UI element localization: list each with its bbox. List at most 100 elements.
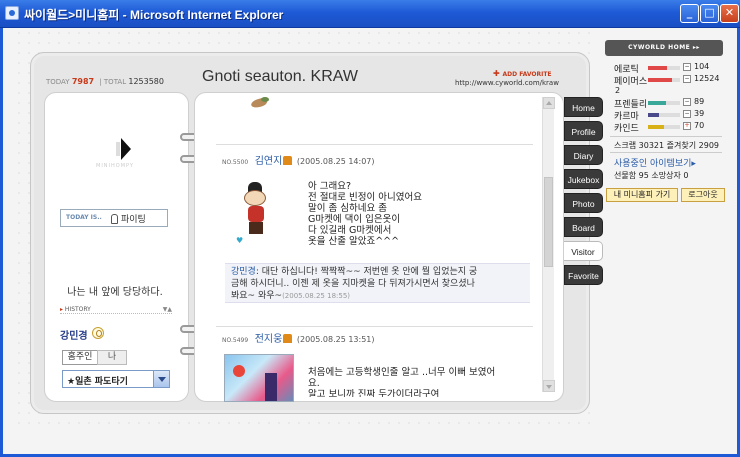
today-mood: 파이팅 [121,215,146,225]
entry-header: NO.5500 김연지 (2005.08.25 14:07) [222,152,375,167]
add-favorite-link[interactable]: ADD FAVORITE [493,69,552,78]
entry-line: 다 있길래 G마켓에서 [308,225,392,236]
stat-friendly: 프렌들리 − 89 [614,97,705,110]
stat-bar [648,66,680,70]
entry-line: 옷을 산줄 알았죠^^^ [308,236,400,247]
tab-visitor[interactable]: Visitor [564,241,603,261]
total-count: 1253580 [128,77,164,86]
total-label: TOTAL [103,78,127,86]
reply-text: : 대단 하십니다! 짝짝짝~~ 저번엔 옷 안에 뭘 입었는지 궁 [255,267,478,277]
stat-adjust[interactable]: − [683,98,691,106]
stat-fill [648,113,660,117]
ilchon-select-value: ★일촌 파도타기 [67,377,128,387]
today-is-label: TODAY IS.. [66,214,102,221]
today-label: TODAY [46,78,70,86]
heart-icon: ♥ [236,236,244,245]
reply-author[interactable]: 강민경 [231,267,256,277]
sidebar-divider [610,152,722,153]
stat-kind: 카인드 + 70 [614,121,705,134]
reply-text: 봐요~ 와우~ [231,291,283,301]
stat-adjust[interactable]: − [683,63,691,71]
today-count: 7987 [71,77,95,86]
stat-adjust[interactable]: + [683,122,691,130]
tab-favorite[interactable]: Favorite [564,265,603,285]
minihompy-home-icon[interactable] [283,334,293,343]
minimi-avatar [238,180,278,238]
minihompy-home-icon[interactable] [283,156,293,165]
items-in-use-link[interactable]: 사용중인 아이템보기▸ [614,156,696,169]
entry-date: (2005.08.25 14:07) [296,157,375,166]
profile-slogan: 나는 내 앞에 당당하다. [67,287,163,298]
history-row[interactable]: HISTORY ▼▲ [60,306,172,314]
entry-separator [216,144,533,145]
tab-owner[interactable]: 홈주인 [62,350,98,365]
stat-fill [648,78,672,82]
chevron-down-icon[interactable] [153,371,169,387]
entry-line: 처음에는 고등학생인줄 알고 ..너무 이뻐 보였어 [308,367,496,378]
ie-icon [5,6,19,20]
gift-box-count[interactable]: 선물함 95 소망상자 0 [614,170,688,181]
stat-bar [648,78,680,82]
stat-fill [648,101,666,105]
scroll-down-arrow[interactable] [543,380,555,392]
tab-home[interactable]: Home [564,97,603,117]
stat-bar [648,125,680,129]
maximize-button[interactable]: □ [700,4,719,23]
stat-fill [648,125,664,129]
minimize-button[interactable]: _ [680,4,699,23]
mood-icon [111,214,118,224]
tab-jukebox[interactable]: Jukebox [564,169,603,189]
sidebar-divider [610,136,722,137]
entry-author[interactable]: 김연지 [255,156,283,167]
site-url[interactable]: http://www.cyworld.com/kraw [455,79,559,87]
owner-reply: 강민경: 대단 하십니다! 짝짝짝~~ 저번엔 옷 안에 뭘 입었는지 궁 금해… [225,263,530,303]
guestbook-scrollbar[interactable] [542,97,555,392]
tab-diary[interactable]: Diary [564,145,603,165]
site-title: Gnoti seauton. KRAW [202,68,358,85]
entry-number: NO.5500 [222,159,249,166]
scroll-up-arrow[interactable] [543,97,555,109]
stat-bar [648,113,680,117]
title-bar: 싸이월드>미니홈피 - Microsoft Internet Explorer … [0,0,740,28]
owner-name[interactable]: 강민경 [60,327,88,342]
scroll-thumb[interactable] [544,177,553,267]
famous-extra: 2 [615,86,621,95]
tab-photo[interactable]: Photo [564,193,603,213]
tab-board[interactable]: Board [564,217,603,237]
scrap-count: 스크랩 30321 즐겨찾기 2909 [614,141,719,150]
entry-author[interactable]: 전지웅 [255,334,283,345]
logout-button[interactable]: 로그아웃 [681,188,725,202]
window-title: 싸이월드>미니홈피 - Microsoft Internet Explorer [24,8,284,22]
cyworld-home-button[interactable]: CYWORLD HOME ▸▸ [605,40,723,56]
history-toggle[interactable]: ▼▲ [163,306,172,313]
stat-bar [648,101,680,105]
entry-line: G마켓에 댁이 입은옷이 [308,214,401,225]
entry-line: 요. [308,378,320,389]
my-minihompy-button[interactable]: 내 미니홈피 가기 [606,188,678,202]
entry-header: NO.5499 전지웅 (2005.08.25 13:51) [222,330,375,345]
ilchon-wave-select[interactable]: ★일촌 파도타기 [62,370,170,388]
entry-date: (2005.08.25 13:51) [296,335,375,344]
entry-line: 아 그래요? [308,181,352,192]
visit-counter: TODAY 7987 | TOTAL 1253580 [46,77,164,86]
entry-line: 전 절대로 빈정이 아니였어요 [308,192,422,203]
tab-me[interactable]: 나 [97,350,127,365]
stat-famous: 페이머스 − 12524 [614,74,720,87]
stat-karma: 카르마 − 39 [614,109,705,122]
play-icon[interactable] [116,138,132,160]
entry-line: 말이 좀 심하네요 좀 [308,203,387,214]
close-button[interactable]: ✕ [720,4,739,23]
history-label[interactable]: HISTORY [60,306,91,313]
profile-caption: MINIHOMPY [96,163,134,169]
entry-number: NO.5499 [222,337,249,344]
stat-adjust[interactable]: − [683,110,691,118]
stat-adjust[interactable]: − [683,75,691,83]
bird-icon [249,97,271,109]
tab-profile[interactable]: Profile [564,121,603,141]
entry-photo [224,354,294,402]
reply-date: (2005.08.25 18:55) [282,292,351,300]
reply-text: 금해 하시더니.. 이젠 제 옷을 지마켓을 다 뒤져가시면서 찾으셨나 [231,279,475,289]
today-is-box: TODAY IS.. 파이팅 [60,209,168,227]
counter-separator: | [99,78,102,86]
stat-erotic: 에로틱 − 104 [614,62,710,75]
